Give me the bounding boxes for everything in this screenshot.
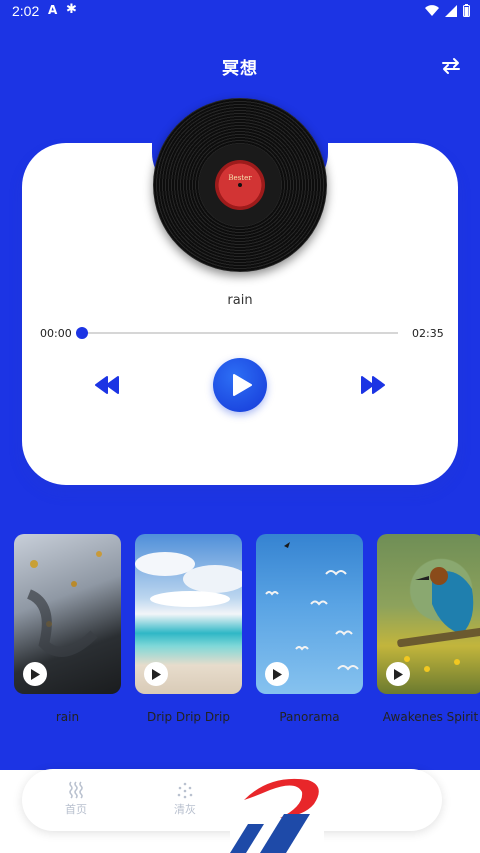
battery-icon <box>463 4 470 17</box>
status-time: 2:02 <box>12 3 40 19</box>
nav-label-clean: 清灰 <box>174 803 196 816</box>
bug-icon: ✱ <box>66 2 77 17</box>
a-icon: A <box>48 3 58 17</box>
scene-play-button[interactable] <box>386 662 410 686</box>
play-button[interactable] <box>213 358 267 412</box>
progress-bar[interactable] <box>82 332 398 334</box>
play-icon <box>233 374 252 396</box>
scene-thumb-sky <box>256 534 363 694</box>
play-icon <box>152 668 161 680</box>
page-title: 冥想 <box>222 59 258 79</box>
play-icon <box>31 668 40 680</box>
scene-play-button[interactable] <box>265 662 289 686</box>
dust-icon <box>177 782 193 799</box>
scene-label: Drip Drip Drip <box>146 710 230 724</box>
record-label: Bester <box>215 160 265 210</box>
scene-play-button[interactable] <box>144 662 168 686</box>
scene-label: rain <box>55 710 80 724</box>
scene-card-drip[interactable]: Drip Drip Drip <box>135 534 242 724</box>
swap-icon <box>442 58 460 74</box>
nav-label-home: 首页 <box>65 803 87 816</box>
play-icon <box>273 668 282 680</box>
record-label-text: Bester <box>228 174 252 182</box>
logo-mark <box>230 778 324 853</box>
previous-icon <box>95 376 119 394</box>
waves-icon <box>69 781 83 799</box>
wifi-icon <box>425 4 439 16</box>
scene-thumb-bird <box>377 534 480 694</box>
status-bar: 2:02 A ✱ <box>0 0 480 24</box>
scene-play-button[interactable] <box>23 662 47 686</box>
scene-card-rain[interactable]: rain <box>14 534 121 724</box>
current-time: 00:00 <box>40 327 72 340</box>
record-hole <box>238 183 242 187</box>
scene-thumb-rain <box>14 534 121 694</box>
progress-thumb[interactable] <box>76 327 88 339</box>
scene-thumb-beach <box>135 534 242 694</box>
signal-icon <box>445 4 457 17</box>
brand-logo <box>230 770 324 853</box>
scene-label: Panorama <box>279 710 340 724</box>
total-time: 02:35 <box>412 327 444 340</box>
nav-item-clean[interactable]: 清灰 <box>155 781 215 817</box>
play-icon <box>394 668 403 680</box>
swap-button[interactable] <box>440 55 462 77</box>
scene-card-awakenes[interactable]: Awakenes Spirit <box>377 534 480 724</box>
nav-item-home[interactable]: 首页 <box>46 781 106 817</box>
scene-label: Awakenes Spirit <box>382 710 479 724</box>
next-button[interactable] <box>360 374 386 396</box>
track-name: rain <box>227 293 253 308</box>
next-icon <box>361 376 385 394</box>
scene-list: rain Drip Drip Drip Panorama Awakenes Sp… <box>14 534 480 734</box>
status-icons <box>425 4 470 17</box>
scene-card-panorama[interactable]: Panorama <box>256 534 363 724</box>
previous-button[interactable] <box>94 374 120 396</box>
vinyl-record: Bester <box>153 98 327 272</box>
